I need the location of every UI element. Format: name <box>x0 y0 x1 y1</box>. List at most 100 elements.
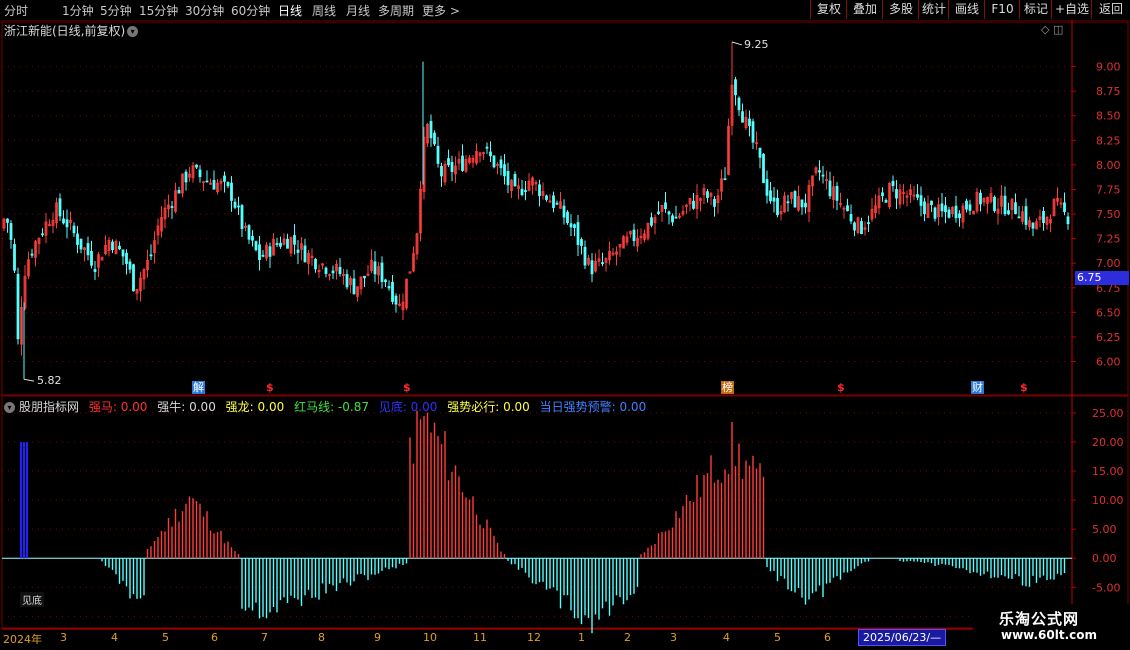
candle-down <box>776 197 779 216</box>
candle-down <box>1042 211 1045 223</box>
candle-down <box>555 202 559 205</box>
candle-down <box>230 182 233 201</box>
candle-down <box>296 249 300 253</box>
candle-down <box>384 279 387 283</box>
candle-down <box>979 192 982 205</box>
candle-down <box>965 200 968 210</box>
candle-down <box>954 205 958 219</box>
candle-down <box>916 194 919 198</box>
candle-down <box>562 205 566 218</box>
candle-down <box>664 202 667 209</box>
panel-corner-icons[interactable]: ◇ ◫ <box>1041 23 1063 36</box>
candle-down <box>41 233 44 236</box>
candle-down <box>835 185 839 201</box>
candle-down <box>601 262 604 264</box>
candle-down <box>331 270 335 274</box>
low-marker-line <box>23 378 35 382</box>
candle-down <box>940 203 944 212</box>
candle-down <box>793 191 797 208</box>
candle-down <box>394 295 398 305</box>
watermark-logo: 乐淘公式网 www.60lt.com <box>973 604 1130 644</box>
candle-down <box>170 206 174 208</box>
candle-down <box>436 145 440 164</box>
kline-chart[interactable]: 9.00 8.75 8.50 8.25 8.00 7.75 7.50 7.25 7.006.75… <box>0 0 1130 650</box>
time-label: 3 <box>60 631 67 644</box>
candle-down <box>111 241 114 251</box>
indicator-legend: ▾ 股朋指标网 强马: 0.00 强牛: 0.00 强龙: 0.00 红马线: -… <box>4 398 652 415</box>
candle-down <box>506 171 510 186</box>
candle-down <box>671 215 674 223</box>
indicator-menu-icon[interactable]: ▾ <box>4 402 15 413</box>
candle-down <box>279 242 282 247</box>
candle-down <box>853 222 856 231</box>
price-axis-label: 8.25 <box>1096 134 1121 147</box>
candle-down <box>30 253 34 256</box>
candle-down <box>58 198 62 217</box>
price-axis-label: 6.50 <box>1096 306 1121 319</box>
candle-down <box>121 249 125 257</box>
candle-down <box>786 201 790 204</box>
candle-down <box>90 250 93 266</box>
candle-down <box>128 261 132 270</box>
candle-down <box>261 254 265 257</box>
candle-down <box>849 214 853 222</box>
candle-down <box>177 190 181 194</box>
candle-down <box>657 211 660 214</box>
price-axis-label: 7.00 <box>1096 257 1121 270</box>
candle-down <box>930 200 933 206</box>
price-axis-label: 8.00 <box>1096 159 1121 172</box>
candle-down <box>65 219 69 228</box>
candle-down <box>429 120 433 139</box>
candle-down <box>149 254 153 257</box>
candle-down <box>132 264 135 292</box>
time-label: 5 <box>774 631 781 644</box>
candle-down <box>62 218 65 224</box>
candle-down <box>1007 210 1010 215</box>
time-label: 8 <box>318 631 325 644</box>
candle-down <box>821 174 825 177</box>
candle-down <box>867 222 870 225</box>
indicator-axis-label: 0.00 <box>1092 552 1117 565</box>
candle-down <box>772 197 776 202</box>
candle-down <box>433 132 436 145</box>
candle-down <box>737 97 741 111</box>
price-axis-label: 6.25 <box>1096 331 1121 344</box>
candle-down <box>293 235 296 245</box>
candle-down <box>590 260 594 275</box>
candle-down <box>195 164 198 168</box>
candle-down <box>576 222 580 245</box>
signal-label-jie: 解 <box>192 381 205 394</box>
candle-down <box>804 202 807 208</box>
candle-down <box>363 275 366 279</box>
time-label: 2 <box>624 631 631 644</box>
indicator-name[interactable]: 股朋指标网 <box>19 400 79 414</box>
signal-label-dollar: $ <box>837 381 845 394</box>
candle-down <box>713 198 716 207</box>
candle-down <box>485 146 489 149</box>
price-axis-label: 7.25 <box>1096 233 1121 246</box>
time-label: 4 <box>723 631 730 644</box>
candle-down <box>223 175 226 182</box>
watermark-title: 乐淘公式网 <box>999 610 1080 628</box>
candle-down <box>758 147 762 158</box>
time-label: 5 <box>162 631 169 644</box>
signal-label-bang: 榜 <box>721 381 734 394</box>
candle-down <box>692 200 695 209</box>
time-label: 7 <box>261 631 268 644</box>
candle-down <box>734 79 737 96</box>
candle-down <box>741 111 744 123</box>
candle-down <box>345 274 349 288</box>
candle-down <box>524 190 527 192</box>
dropdown-icon[interactable]: ▾ <box>127 26 139 37</box>
candle-down <box>583 246 587 266</box>
date-cursor-box: 2025/06/23/— <box>858 629 947 646</box>
signal-label-dollar: $ <box>266 381 274 394</box>
candle-down <box>338 266 342 275</box>
candle-down <box>9 223 13 240</box>
candle-down <box>958 213 961 219</box>
signal-label-dollar: $ <box>1020 381 1028 394</box>
price-axis-label: 9.00 <box>1096 61 1121 74</box>
candle-down <box>314 258 317 270</box>
legend-jiandi: 见底: 0.00 <box>378 400 438 414</box>
price-axis-label: 6.00 <box>1096 356 1121 369</box>
